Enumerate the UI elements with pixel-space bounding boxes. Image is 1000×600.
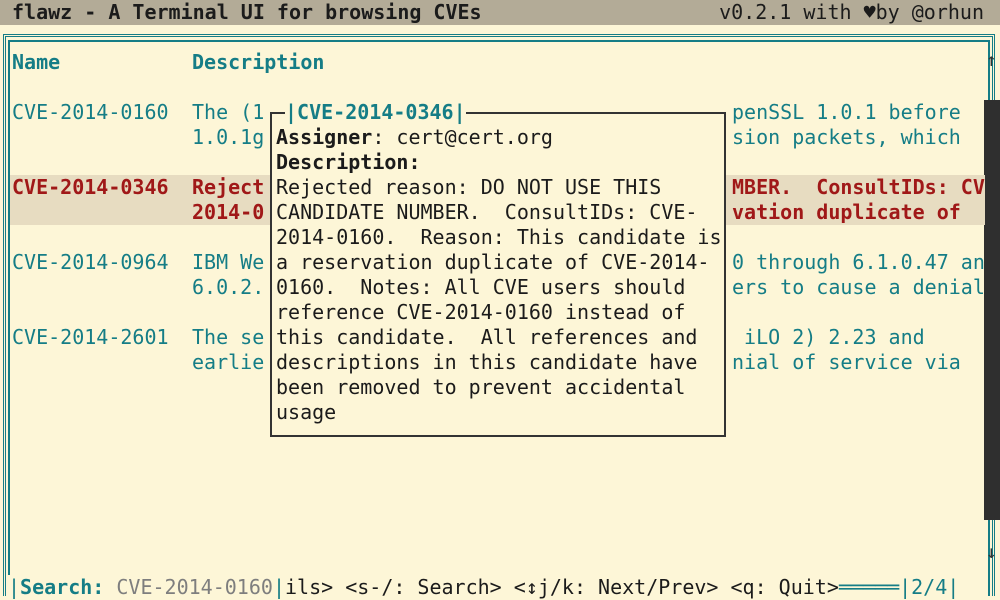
popup-description-line: Rejected reason: DO NOT USE THIS	[276, 175, 662, 199]
popup-description-line: reference CVE-2014-0160 instead of	[276, 300, 686, 324]
cve-description-line: vation duplicate of	[732, 200, 961, 224]
cve-description-line: 1.0.1g	[192, 125, 265, 149]
footer-border-left: |	[8, 575, 21, 599]
description-label: Description	[276, 150, 409, 174]
popup-description-line: CANDIDATE NUMBER. ConsultIDs: CVE-	[276, 200, 698, 224]
cve-description-line: MBER. ConsultIDs: CV	[732, 175, 985, 199]
cve-name[interactable]: CVE-2014-2601	[12, 325, 169, 350]
popup-title: |CVE-2014-0346|	[285, 100, 466, 125]
description-line: Description:	[276, 150, 421, 175]
popup-description-line: 0160. Notes: All CVE users should	[276, 275, 686, 299]
cve-description-line: IBM We	[192, 250, 265, 274]
cve-name[interactable]: CVE-2014-0964	[12, 250, 169, 275]
popup-description-line: been removed to prevent accidental	[276, 375, 686, 399]
footer-divider: |	[947, 575, 960, 599]
footer-divider: |	[272, 575, 285, 599]
scrollbar-thumb[interactable]	[984, 100, 1000, 520]
popup-title-text: CVE-2014-0346	[297, 100, 454, 124]
footer-double-line: ═════	[838, 575, 900, 599]
cve-name[interactable]: CVE-2014-0346	[12, 175, 169, 200]
cve-description-line: ers to cause a denial	[732, 275, 985, 299]
cve-description-line: sion packets, which	[732, 125, 961, 149]
popup-description-line: a reservation duplicate of CVE-2014-	[276, 250, 710, 274]
assigner-label: Assigner	[276, 125, 373, 149]
popup-description-line: usage	[276, 400, 337, 424]
cve-description-line: 0 through 6.1.0.47 an	[732, 250, 985, 274]
cve-description-line: penSSL 1.0.1 before	[732, 100, 961, 124]
popup-description-line: descriptions in this candidate have	[276, 350, 698, 374]
keybinding-hints: ils> <s-/: Search> <↕j/k: Next/Prev> <q:…	[284, 575, 839, 599]
page-indicator: 2/4	[911, 575, 948, 599]
footer-divider: |	[899, 575, 912, 599]
app-title: flawz - A Terminal UI for browsing CVEs	[12, 0, 482, 24]
cve-description-line: 2014-0	[192, 200, 265, 224]
cve-description-line: nial of service via	[732, 350, 961, 374]
cve-description-line: The (1	[192, 100, 265, 124]
cve-description-line: iLO 2) 2.23 and	[732, 325, 925, 349]
scroll-down-arrow-icon[interactable]: ↓	[986, 540, 997, 565]
search-input[interactable]: CVE-2014-0160	[116, 575, 273, 599]
cve-name[interactable]: CVE-2014-0160	[12, 100, 169, 125]
column-header-name[interactable]: Name	[12, 50, 60, 75]
scroll-up-arrow-icon[interactable]: ↑	[986, 48, 997, 73]
assigner-line: Assigner: cert@cert.org	[276, 125, 553, 150]
footer-bar: |Search: CVE-2014-0160|ils> <s-/: Search…	[8, 575, 960, 600]
cve-description-line: earlie	[192, 350, 265, 374]
cve-description-line: The se	[192, 325, 265, 349]
popup-description-line: this candidate. All references and	[276, 325, 698, 349]
popup-description-line: 2014-0160. Reason: This candidate is	[276, 225, 722, 249]
app-version: v0.2.1 with ♥by @orhun	[719, 0, 984, 24]
cve-description-line: Reject	[192, 175, 265, 199]
search-label: Search:	[20, 575, 105, 599]
footer-spacer	[104, 575, 116, 599]
assigner-value: cert@cert.org	[396, 125, 553, 149]
popup-title-border-left: |	[285, 100, 298, 124]
column-header-description[interactable]: Description	[192, 50, 324, 75]
popup-title-border-right: |	[453, 100, 466, 124]
description-colon: :	[408, 150, 421, 174]
assigner-colon: :	[372, 125, 397, 149]
cve-description-line: 6.0.2.	[192, 275, 265, 299]
